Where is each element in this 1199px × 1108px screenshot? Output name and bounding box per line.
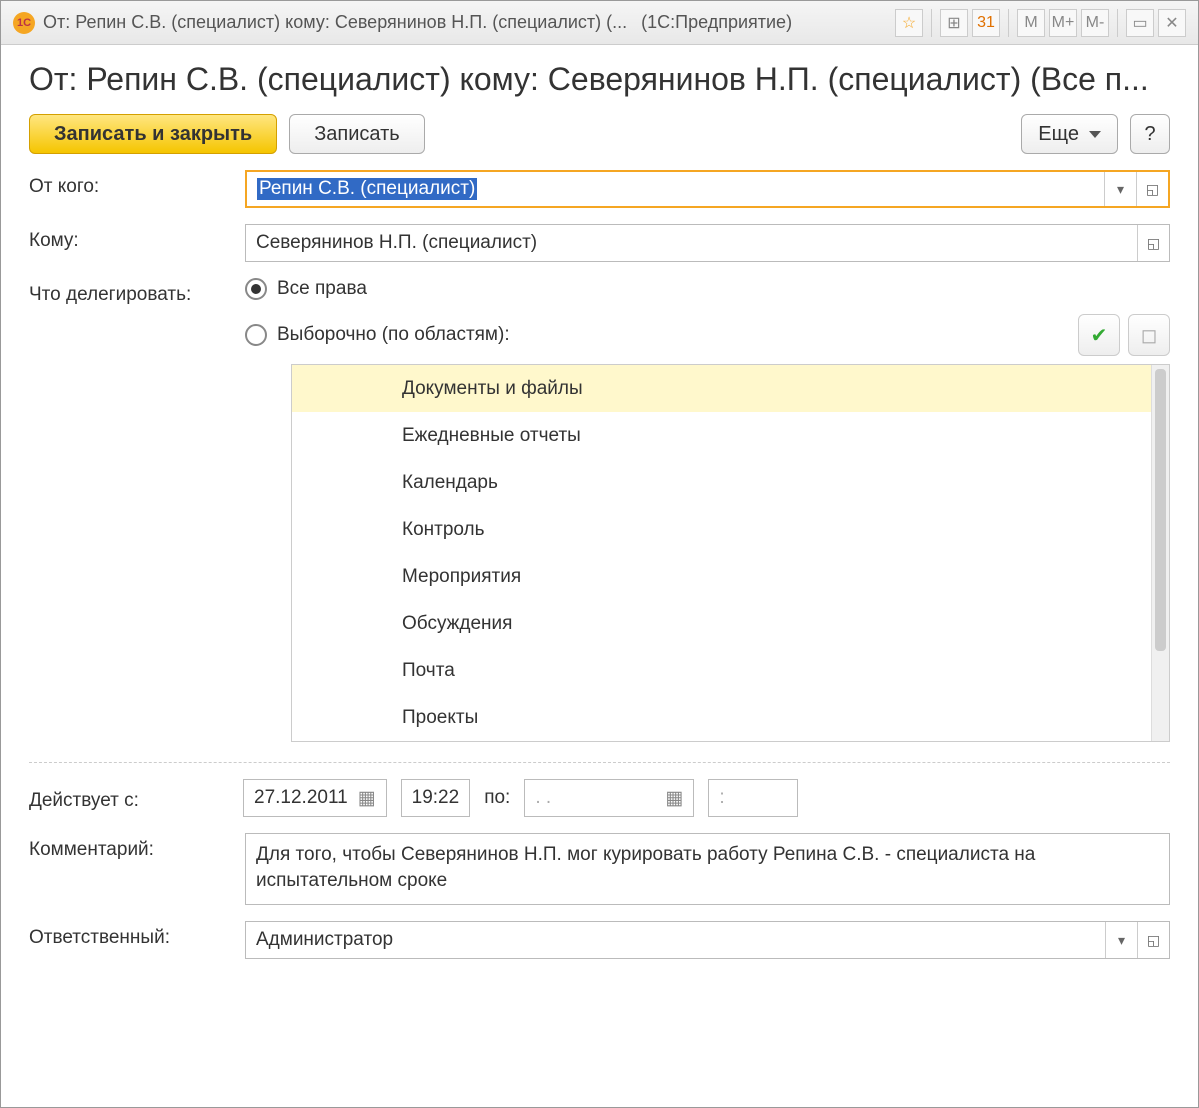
from-value: Репин С.В. (специалист) [257, 178, 477, 200]
list-item[interactable]: Ежедневные отчеты [292, 412, 1151, 459]
maximize-icon[interactable]: ▭ [1126, 9, 1154, 37]
responsible-row: Ответственный: Администратор ▾ ◱ [29, 921, 1170, 959]
radio-selected-icon [245, 278, 267, 300]
delegate-row: Что делегировать: Все права Выборочно (п… [29, 278, 1170, 742]
save-button[interactable]: Записать [289, 114, 424, 154]
row-handle [292, 412, 382, 459]
radio-selective[interactable]: Выборочно (по областям): [245, 324, 510, 346]
from-label: От кого: [29, 170, 229, 198]
list-item-label: Контроль [382, 519, 1151, 541]
list-item[interactable]: Обсуждения [292, 600, 1151, 647]
comment-row: Комментарий: Для того, чтобы Северянинов… [29, 833, 1170, 905]
list-item[interactable]: Проекты [292, 694, 1151, 741]
dropdown-icon[interactable]: ▾ [1104, 172, 1136, 206]
radio-all-rights[interactable]: Все права [245, 278, 1170, 300]
separator [931, 9, 932, 37]
to-row: Кому: Северянинов Н.П. (специалист) ◱ [29, 224, 1170, 262]
page-title: От: Репин С.В. (специалист) кому: Северя… [29, 61, 1170, 98]
check-icon: ✔ [1091, 323, 1108, 348]
to-label: Кому: [29, 224, 229, 252]
list-item[interactable]: Почта [292, 647, 1151, 694]
valid-from-label: Действует с: [29, 784, 229, 812]
list-item-label: Календарь [382, 472, 1151, 494]
list-item[interactable]: Мероприятия [292, 553, 1151, 600]
to-input[interactable]: Северянинов Н.П. (специалист) ◱ [245, 224, 1170, 262]
chevron-down-icon [1089, 131, 1101, 138]
comment-label: Комментарий: [29, 833, 229, 861]
responsible-value: Администратор [246, 929, 1105, 951]
memory-mplus-icon[interactable]: M+ [1049, 9, 1077, 37]
list-item-label: Проекты [382, 707, 1151, 729]
deselect-all-button[interactable]: ◻ [1128, 314, 1170, 356]
radio-selective-label: Выборочно (по областям): [277, 324, 510, 346]
memory-m-icon[interactable]: M [1017, 9, 1045, 37]
radio-all-label: Все права [277, 278, 367, 300]
open-dialog-icon[interactable]: ◱ [1137, 922, 1169, 958]
select-all-button[interactable]: ✔ [1078, 314, 1120, 356]
from-input[interactable]: Репин С.В. (специалист) ▾ ◱ [245, 170, 1170, 208]
save-and-close-button[interactable]: Записать и закрыть [29, 114, 277, 154]
close-icon[interactable]: ✕ [1158, 9, 1186, 37]
row-handle [292, 694, 382, 741]
row-handle [292, 553, 382, 600]
calendar-picker-icon[interactable]: ▦ [358, 787, 376, 810]
list-item-label: Документы и файлы [382, 378, 1151, 400]
responsible-input[interactable]: Администратор ▾ ◱ [245, 921, 1170, 959]
list-item-label: Обсуждения [382, 613, 1151, 635]
app-name: (1С:Предприятие) [641, 12, 792, 33]
row-handle [292, 647, 382, 694]
list-item[interactable]: Календарь [292, 459, 1151, 506]
list-item-label: Почта [382, 660, 1151, 682]
calendar-picker-icon[interactable]: ▦ [665, 787, 683, 810]
comment-input[interactable]: Для того, чтобы Северянинов Н.П. мог кур… [245, 833, 1170, 905]
memory-mminus-icon[interactable]: M- [1081, 9, 1109, 37]
scrollbar-thumb[interactable] [1155, 369, 1166, 651]
row-handle [292, 459, 382, 506]
window-title: От: Репин С.В. (специалист) кому: Северя… [43, 12, 627, 33]
more-button-label: Еще [1038, 123, 1079, 146]
toolbar: Записать и закрыть Записать Еще ? [29, 114, 1170, 154]
more-button[interactable]: Еще [1021, 114, 1118, 154]
row-handle [292, 506, 382, 553]
list-item-label: Ежедневные отчеты [382, 425, 1151, 447]
date-to-input[interactable]: . . ▦ [524, 779, 694, 817]
row-handle [292, 600, 382, 647]
list-item-label: Мероприятия [382, 566, 1151, 588]
dropdown-icon[interactable]: ▾ [1105, 922, 1137, 958]
uncheck-icon: ◻ [1141, 323, 1158, 348]
from-row: От кого: Репин С.В. (специалист) ▾ ◱ [29, 170, 1170, 208]
list-item[interactable]: Контроль [292, 506, 1151, 553]
separator [1008, 9, 1009, 37]
responsible-label: Ответственный: [29, 921, 229, 949]
date-from-value: 27.12.2011 [254, 787, 348, 809]
list-item[interactable]: Документы и файлы [292, 365, 1151, 412]
help-button[interactable]: ? [1130, 114, 1170, 154]
calculator-icon[interactable]: ⊞ [940, 9, 968, 37]
favorite-icon[interactable]: ☆ [895, 9, 923, 37]
areas-list: Документы и файлы Ежедневные отчеты Календ… [291, 364, 1170, 742]
divider [29, 762, 1170, 763]
valid-from-row: Действует с: 27.12.2011 ▦ 19:22 по: . . … [29, 779, 1170, 817]
app-window: 1C От: Репин С.В. (специалист) кому: Сев… [0, 0, 1199, 1108]
time-from-value: 19:22 [412, 787, 460, 809]
time-to-value: : [719, 787, 724, 809]
titlebar: 1C От: Репин С.В. (специалист) кому: Сев… [1, 1, 1198, 45]
date-to-value: . . [535, 787, 655, 809]
time-from-input[interactable]: 19:22 [401, 779, 471, 817]
radio-unselected-icon [245, 324, 267, 346]
content-area: От: Репин С.В. (специалист) кому: Северя… [1, 45, 1198, 1107]
time-to-input[interactable]: : [708, 779, 798, 817]
calendar-icon[interactable]: 31 [972, 9, 1000, 37]
to-value: Северянинов Н.П. (специалист) [246, 232, 1137, 254]
date-from-input[interactable]: 27.12.2011 ▦ [243, 779, 387, 817]
delegate-label: Что делегировать: [29, 278, 229, 306]
separator [1117, 9, 1118, 37]
row-handle [292, 365, 382, 412]
open-dialog-icon[interactable]: ◱ [1137, 225, 1169, 261]
to-label-2: по: [484, 787, 510, 809]
open-dialog-icon[interactable]: ◱ [1136, 172, 1168, 206]
scrollbar[interactable] [1151, 365, 1169, 741]
app-logo-icon: 1C [13, 12, 35, 34]
